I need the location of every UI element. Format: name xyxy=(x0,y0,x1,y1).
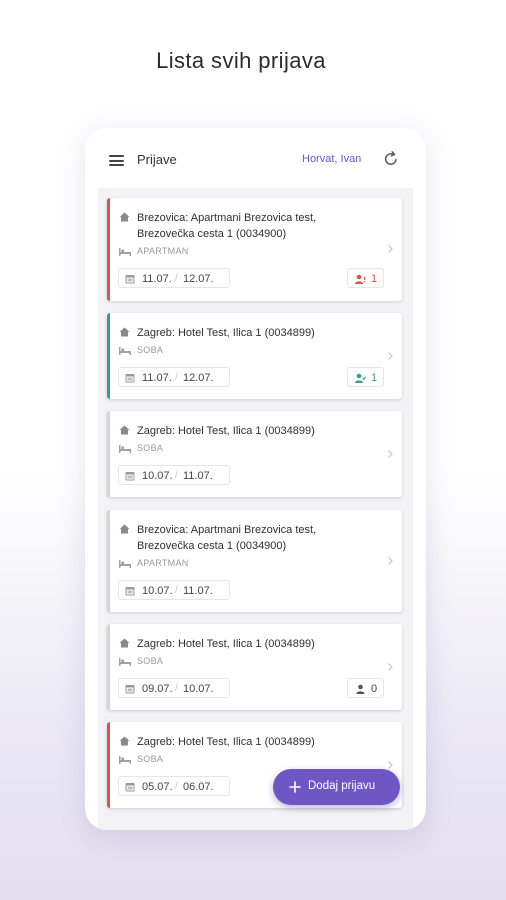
calendar-icon xyxy=(125,374,135,383)
home-icon xyxy=(119,736,130,746)
page-headline: Lista svih prijava xyxy=(156,48,326,73)
app-bar-title: Prijave xyxy=(137,152,177,167)
registration-list[interactable]: Brezovica: Apartmani Brezovica test, Bre… xyxy=(98,188,413,830)
check-in-date: 10.07. xyxy=(142,470,173,482)
check-out-date: 12.07. xyxy=(183,273,214,285)
home-icon xyxy=(119,638,130,648)
date-separator: / xyxy=(175,273,178,284)
guest-count-badge: 0 xyxy=(347,678,384,698)
calendar-icon xyxy=(125,783,135,792)
card-location-text: Zagreb: Hotel Test, Ilica 1 (0034899) xyxy=(137,327,315,339)
check-in-date: 11.07. xyxy=(142,273,172,285)
date-separator: / xyxy=(175,372,178,383)
bed-icon xyxy=(119,560,131,568)
calendar-icon xyxy=(125,685,135,694)
card-dates: 10.07. / 11.07. xyxy=(118,465,230,485)
chevron-right-icon xyxy=(388,352,393,360)
calendar-icon xyxy=(125,587,135,596)
chevron-right-icon xyxy=(388,245,393,253)
check-in-date: 10.07. xyxy=(142,585,173,597)
card-type: APARTMAN xyxy=(119,246,259,258)
date-separator: / xyxy=(175,781,178,792)
card-type: APARTMAN xyxy=(119,558,259,570)
calendar-icon xyxy=(125,275,135,284)
card-type-text: SOBA xyxy=(137,656,164,666)
bed-icon xyxy=(119,248,131,256)
card-dates: 11.07. / 12.07. xyxy=(118,268,230,288)
card-location-text: Brezovica: Apartmani Brezovica test, Bre… xyxy=(137,524,317,552)
card-location-text: Brezovica: Apartmani Brezovica test, Bre… xyxy=(137,212,317,240)
home-icon xyxy=(119,212,130,222)
registration-card[interactable]: Brezovica: Apartmani Brezovica test, Bre… xyxy=(107,198,402,301)
home-icon xyxy=(119,425,130,435)
guest-count-badge: 1 xyxy=(347,367,384,387)
check-in-date: 05.07. xyxy=(142,781,173,793)
card-dates: 11.07. / 12.07. xyxy=(118,367,230,387)
check-out-date: 12.07. xyxy=(183,372,214,384)
check-out-date: 10.07. xyxy=(183,683,214,695)
card-type-text: SOBA xyxy=(137,345,164,355)
plus-icon xyxy=(289,781,301,793)
bed-icon xyxy=(119,658,131,666)
check-out-date: 11.07. xyxy=(183,470,213,482)
bed-icon xyxy=(119,347,131,355)
date-separator: / xyxy=(175,683,178,694)
card-location-text: Zagreb: Hotel Test, Ilica 1 (0034899) xyxy=(137,736,315,748)
check-in-date: 09.07. xyxy=(142,683,173,695)
add-registration-button[interactable]: Dodaj prijavu xyxy=(273,769,400,805)
person-icon xyxy=(356,684,365,694)
chevron-right-icon xyxy=(388,557,393,565)
registration-card[interactable]: Zagreb: Hotel Test, Ilica 1 (0034899) SO… xyxy=(107,411,402,497)
chevron-right-icon xyxy=(388,450,393,458)
guest-count-badge: 1 xyxy=(347,268,384,288)
home-icon xyxy=(119,327,130,337)
card-type-text: SOBA xyxy=(137,443,164,453)
guest-count: 1 xyxy=(371,372,378,384)
user-name[interactable]: Horvat, Ivan xyxy=(302,153,361,165)
card-location-text: Zagreb: Hotel Test, Ilica 1 (0034899) xyxy=(137,638,315,650)
check-in-date: 11.07. xyxy=(142,372,172,384)
home-icon xyxy=(119,524,130,534)
check-out-date: 11.07. xyxy=(183,585,213,597)
guest-count: 0 xyxy=(371,683,378,695)
registration-card[interactable]: Brezovica: Apartmani Brezovica test, Bre… xyxy=(107,510,402,612)
add-registration-label: Dodaj prijavu xyxy=(308,780,376,792)
card-type: SOBA xyxy=(119,345,259,357)
card-type: SOBA xyxy=(119,656,259,668)
card-dates: 09.07. / 10.07. xyxy=(118,678,230,698)
card-type: SOBA xyxy=(119,443,259,455)
registration-card[interactable]: Zagreb: Hotel Test, Ilica 1 (0034899) SO… xyxy=(107,313,402,399)
person-check-icon xyxy=(355,373,366,383)
chevron-right-icon xyxy=(388,663,393,671)
bed-icon xyxy=(119,445,131,453)
phone-frame: Prijave Horvat, Ivan Brezovica: Apartman… xyxy=(85,128,426,830)
person-warning-icon xyxy=(355,274,366,284)
card-dates: 05.07. / 06.07. xyxy=(118,776,230,796)
card-type-text: APARTMAN xyxy=(137,246,189,256)
calendar-icon xyxy=(125,472,135,481)
card-type-text: APARTMAN xyxy=(137,558,189,568)
card-location-text: Zagreb: Hotel Test, Ilica 1 (0034899) xyxy=(137,425,315,437)
registration-card[interactable]: Zagreb: Hotel Test, Ilica 1 (0034899) SO… xyxy=(107,624,402,710)
app-bar: Prijave Horvat, Ivan xyxy=(85,128,426,188)
menu-icon[interactable] xyxy=(109,155,124,166)
card-dates: 10.07. / 11.07. xyxy=(118,580,230,600)
guest-count: 1 xyxy=(371,273,378,285)
date-separator: / xyxy=(175,585,178,596)
chevron-right-icon xyxy=(388,761,393,769)
date-separator: / xyxy=(175,470,178,481)
card-type-text: SOBA xyxy=(137,754,164,764)
bed-icon xyxy=(119,756,131,764)
card-type: SOBA xyxy=(119,754,259,766)
refresh-icon[interactable] xyxy=(382,150,400,168)
check-out-date: 06.07. xyxy=(183,781,214,793)
